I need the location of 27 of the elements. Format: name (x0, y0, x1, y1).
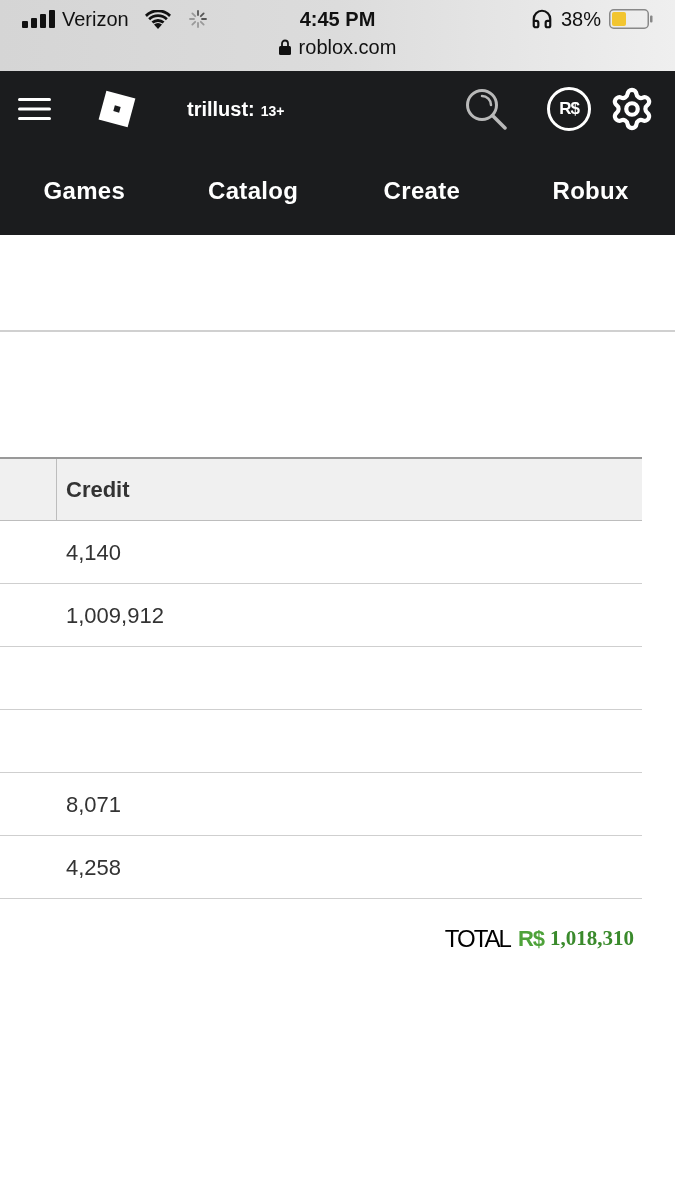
age-label: 13+ (260, 101, 285, 121)
loading-spinner-icon (188, 10, 207, 28)
credit-amount: 8,071 (66, 790, 122, 819)
battery-icon (609, 9, 653, 29)
total-amount: 1,018,310 (550, 925, 634, 953)
battery-percent: 38% (560, 9, 601, 29)
username[interactable]: trillust: (187, 93, 255, 124)
signal-bars-icon (22, 10, 56, 28)
robux-button[interactable]: R$ (547, 86, 591, 131)
carrier-name: Verizon (62, 9, 129, 29)
menu-icon[interactable] (18, 97, 51, 120)
nav-link[interactable]: Catalog (208, 172, 299, 209)
page-url[interactable]: roblox.com (298, 37, 397, 57)
credit-amount: 4,258 (66, 853, 122, 882)
credit-amount: 1,009,912 (66, 601, 164, 630)
nav-link[interactable]: Create (383, 172, 461, 209)
nav-link[interactable]: Games (43, 172, 126, 209)
clock-time: 4:45 PM (299, 9, 376, 29)
credit-amount: 4,140 (66, 538, 122, 567)
robux-symbol: R$ (517, 928, 544, 950)
search-icon[interactable] (465, 87, 507, 130)
total-label: TOTAL (444, 924, 510, 954)
credit-column-header: Credit (66, 476, 130, 504)
headphones-icon (530, 8, 553, 30)
nav-link[interactable]: Robux (552, 172, 629, 209)
wifi-icon (144, 9, 171, 29)
lock-icon (278, 39, 291, 55)
